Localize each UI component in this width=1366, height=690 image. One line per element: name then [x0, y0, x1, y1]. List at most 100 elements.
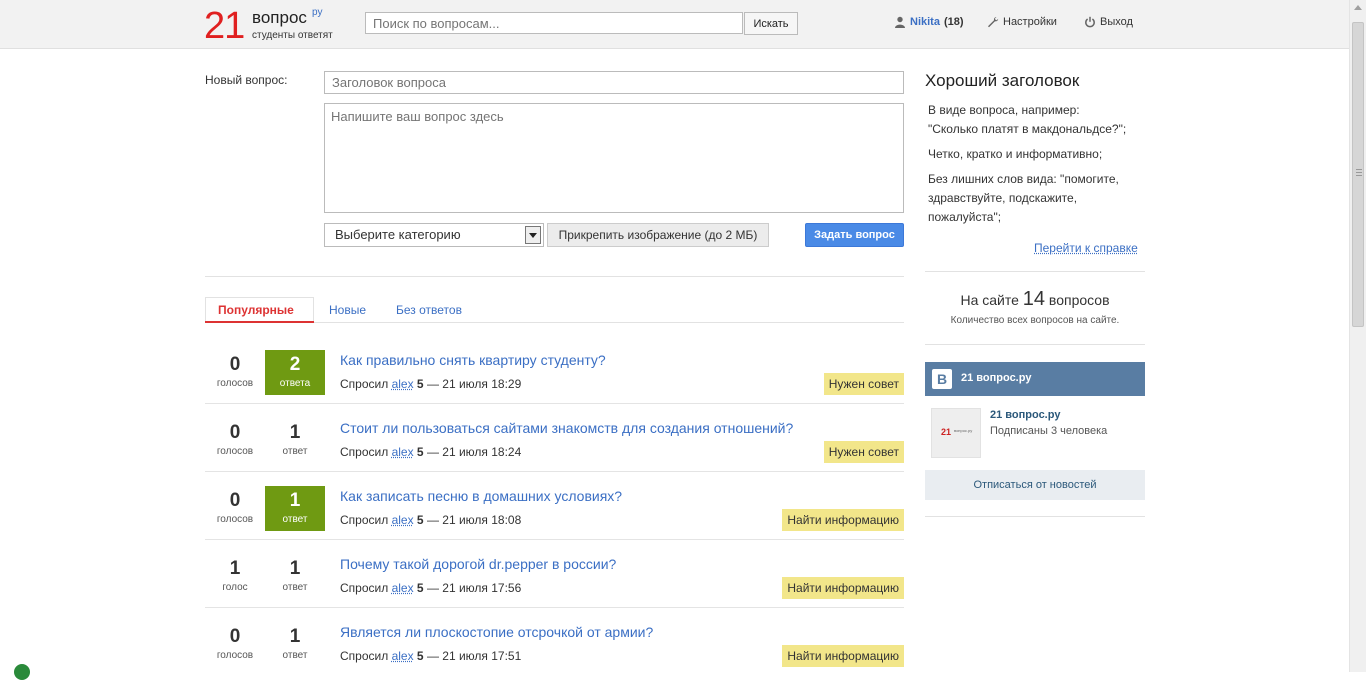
logo-word: вопрос	[252, 8, 307, 27]
question-meta: Спросил alex 5 — 21 июля 18:29	[340, 377, 521, 391]
votes-count: 0	[229, 490, 241, 511]
votes-count: 1	[229, 558, 241, 579]
settings-label: Настройки	[1003, 16, 1057, 28]
vk-group-name[interactable]: 21 вопрос.ру	[990, 409, 1060, 421]
question-title-link[interactable]: Как записать песню в домашних условиях?	[340, 488, 622, 504]
vk-logo-icon: B	[932, 369, 952, 389]
author-link[interactable]: alex	[392, 445, 414, 459]
page-scrollbar[interactable]	[1349, 0, 1366, 672]
tab-popular[interactable]: Популярные	[218, 303, 294, 317]
question-meta: Спросил alex 5 — 21 июля 18:24	[340, 445, 521, 459]
author-karma: 5	[416, 649, 424, 663]
author-link[interactable]: alex	[392, 513, 414, 527]
stat-prefix: На сайте	[960, 292, 1019, 308]
logout-label: Выход	[1100, 16, 1133, 28]
tip-example-quote: "Сколько платят в макдональдсе?";	[928, 122, 1127, 136]
asked-label: Спросил	[340, 649, 389, 663]
votes-label: голосов	[216, 378, 254, 389]
votes-label: голосов	[216, 446, 254, 457]
question-meta: Спросил alex 5 — 21 июля 18:08	[340, 513, 521, 527]
question-row: 0 голосов 1 ответ Является ли плоскостоп…	[205, 622, 904, 690]
user-icon	[895, 16, 905, 28]
tip-concise: Четко, кратко и информативно;	[928, 147, 1103, 161]
asked-label: Спросил	[340, 377, 389, 391]
attach-image-button[interactable]: Прикрепить изображение (до 2 МБ)	[547, 223, 769, 247]
asked-label: Спросил	[340, 581, 389, 595]
author-link[interactable]: alex	[392, 649, 414, 663]
stat-number: 14	[1022, 288, 1046, 310]
question-row: 1 голос 1 ответ Почему такой дорогой dr.…	[205, 554, 904, 622]
vk-group-avatar[interactable]: 21 вопрос.ру	[931, 408, 981, 458]
power-icon	[1085, 16, 1095, 28]
vk-widget-title: 21 вопрос.ру	[961, 372, 1032, 384]
answers-label: ответ	[282, 514, 308, 525]
answers-label: ответ	[282, 582, 308, 593]
search-input[interactable]	[365, 12, 743, 34]
thumb-grip-line	[1356, 175, 1362, 176]
author-karma: 5	[416, 513, 424, 527]
sidebar-title: Хороший заголовок	[925, 71, 1080, 90]
answers-count: 1	[289, 626, 301, 647]
ask-question-button[interactable]: Задать вопрос	[805, 223, 904, 247]
votes-count: 0	[229, 422, 241, 443]
dropdown-arrow-icon[interactable]	[525, 226, 541, 244]
wrench-icon	[988, 17, 999, 28]
question-title-link[interactable]: Стоит ли пользоваться сайтами знакомств …	[340, 420, 793, 436]
user-profile-link[interactable]: Nikita (18)	[894, 16, 964, 28]
sidebar-divider	[925, 516, 1145, 517]
site-stats: На сайте 14 вопросов	[925, 288, 1145, 311]
question-row: 0 голосов 2 ответа Как правильно снять к…	[205, 350, 904, 418]
question-title-link[interactable]: Как правильно снять квартиру студенту?	[340, 352, 606, 368]
tab-new[interactable]: Новые	[329, 303, 366, 317]
tab-unanswered[interactable]: Без ответов	[396, 303, 462, 317]
question-date: — 21 июля 18:24	[426, 445, 522, 459]
category-selected-value: Выберите категорию	[335, 227, 461, 242]
vk-unsubscribe-button[interactable]: Отписаться от новостей	[925, 470, 1145, 500]
tip-example-line: В виде вопроса, например:	[928, 103, 1080, 117]
question-body-textarea[interactable]	[324, 103, 904, 213]
category-tag[interactable]: Найти информацию	[782, 509, 904, 531]
category-tag[interactable]: Найти информацию	[782, 645, 904, 667]
votes-label: голосов	[216, 514, 254, 525]
logo-tagline: студенты ответят	[252, 30, 333, 41]
scroll-thumb[interactable]	[1352, 22, 1364, 327]
answers-label: ответ	[282, 446, 308, 457]
answers-count: 2	[289, 354, 301, 375]
user-reputation: (18)	[943, 16, 964, 28]
stat-suffix: вопросов	[1048, 292, 1110, 308]
author-karma: 5	[416, 377, 424, 391]
category-tag[interactable]: Найти информацию	[782, 577, 904, 599]
question-title-input[interactable]	[324, 71, 904, 94]
active-tab-underline	[205, 321, 314, 323]
author-karma: 5	[416, 445, 424, 459]
category-select[interactable]: Выберите категорию	[324, 223, 544, 247]
answers-box: 1 ответ	[265, 622, 325, 667]
author-karma: 5	[416, 581, 424, 595]
scroll-up-arrow-icon[interactable]	[1354, 5, 1362, 10]
category-tag[interactable]: Нужен совет	[823, 373, 904, 395]
help-link[interactable]: Перейти к справке	[1034, 241, 1138, 255]
new-question-label: Новый вопрос:	[205, 73, 288, 87]
answers-box: 1 ответ	[265, 486, 325, 531]
search-button[interactable]: Искать	[744, 12, 798, 35]
answers-count: 1	[289, 558, 301, 579]
row-divider	[205, 403, 904, 404]
question-date: — 21 июля 18:29	[426, 377, 522, 391]
user-name: Nikita	[910, 16, 940, 28]
author-link[interactable]: alex	[392, 581, 414, 595]
question-date: — 21 июля 17:51	[426, 649, 522, 663]
settings-link[interactable]: Настройки	[987, 16, 1057, 28]
votes-count: 0	[229, 626, 241, 647]
author-link[interactable]: alex	[392, 377, 414, 391]
question-title-link[interactable]: Почему такой дорогой dr.pepper в россии?	[340, 556, 616, 572]
question-title-link[interactable]: Является ли плоскостопие отсрочкой от ар…	[340, 624, 653, 640]
floating-widget-icon[interactable]	[14, 664, 30, 680]
thumb-grip-line	[1356, 169, 1362, 170]
votes-label: голос	[222, 582, 248, 593]
asked-label: Спросил	[340, 513, 389, 527]
answers-label: ответ	[282, 650, 308, 661]
logout-link[interactable]: Выход	[1084, 16, 1133, 28]
vk-widget-header[interactable]: B 21 вопрос.ру	[925, 362, 1145, 396]
category-tag[interactable]: Нужен совет	[823, 441, 904, 463]
answers-count: 1	[289, 422, 301, 443]
